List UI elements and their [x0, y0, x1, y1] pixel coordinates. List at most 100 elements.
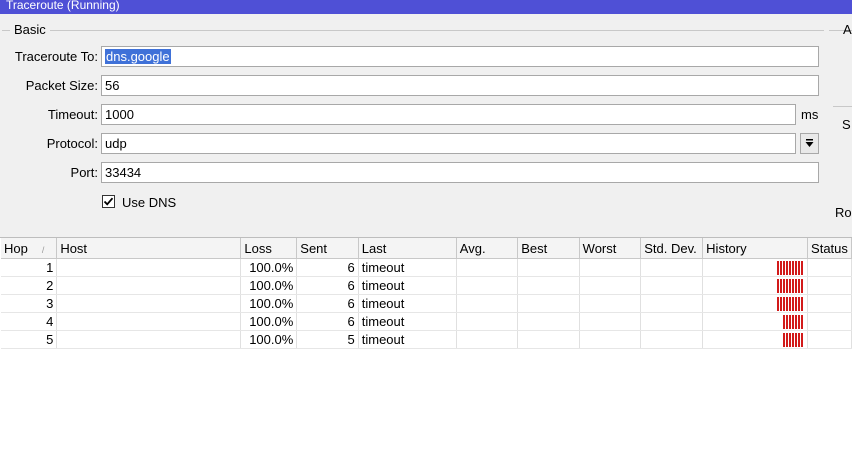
table-row[interactable]: 2 100.0% 6 timeout — [1, 276, 852, 295]
history-bar — [795, 332, 798, 347]
packet-size-input[interactable]: 56 — [101, 75, 819, 96]
protocol-label: Protocol: — [46, 136, 98, 151]
cell-worst — [579, 312, 642, 331]
history-bar — [801, 332, 804, 347]
column-header-loss[interactable]: Loss — [240, 238, 298, 259]
checkmark-icon — [103, 197, 114, 206]
cell-best — [517, 258, 580, 277]
history-bar — [798, 314, 801, 329]
history-bar — [789, 278, 792, 293]
table-row[interactable]: 5 100.0% 5 timeout — [1, 330, 852, 349]
history-bar — [783, 314, 786, 329]
cell-avg — [456, 312, 519, 331]
cell-history — [702, 312, 809, 331]
column-header-hop[interactable]: Hop / — [1, 238, 58, 259]
table-row[interactable]: 4 100.0% 6 timeout — [1, 312, 852, 331]
basic-group-title: Basic — [10, 22, 50, 37]
history-bar — [795, 278, 798, 293]
history-bar — [783, 260, 786, 275]
history-bar — [801, 296, 804, 311]
protocol-dropdown-button[interactable] — [800, 133, 819, 154]
history-bars — [706, 314, 804, 329]
timeout-input[interactable]: 1000 — [101, 104, 796, 125]
history-bar — [798, 278, 801, 293]
protocol-select[interactable]: udp — [101, 133, 796, 154]
column-header-history[interactable]: History — [702, 238, 809, 259]
history-bar — [789, 314, 792, 329]
column-header-std-dev[interactable]: Std. Dev. — [640, 238, 704, 259]
cell-last: timeout — [358, 312, 457, 331]
cell-worst — [579, 258, 642, 277]
right-group-title: A — [843, 22, 852, 37]
timeout-label: Timeout: — [47, 107, 98, 122]
history-bar — [789, 332, 792, 347]
table-row[interactable]: 1 100.0% 6 timeout — [1, 258, 852, 277]
cell-host — [56, 312, 242, 331]
history-bars — [706, 260, 804, 275]
port-input[interactable]: 33434 — [101, 162, 819, 183]
column-header-status[interactable]: Status — [807, 238, 852, 259]
column-header-sent[interactable]: Sent — [296, 238, 359, 259]
right-panel-label-ro: Ro — [835, 205, 852, 220]
cell-status — [807, 312, 852, 331]
cell-stddev — [640, 330, 704, 349]
window-title: Traceroute (Running) — [0, 0, 852, 14]
history-bar — [798, 332, 801, 347]
cell-history — [702, 294, 809, 313]
column-header-host[interactable]: Host — [56, 238, 242, 259]
dropdown-arrow-icon — [805, 139, 814, 147]
history-bar — [777, 260, 780, 275]
sort-indicator-icon: / — [41, 244, 45, 255]
history-bar — [795, 296, 798, 311]
cell-status — [807, 294, 852, 313]
cell-status — [807, 258, 852, 277]
cell-loss: 100.0% — [240, 276, 298, 295]
cell-avg — [456, 330, 519, 349]
cell-last: timeout — [358, 330, 457, 349]
cell-host — [56, 330, 242, 349]
cell-loss: 100.0% — [240, 312, 298, 331]
cell-sent: 6 — [296, 294, 359, 313]
history-bar — [801, 260, 804, 275]
cell-sent: 6 — [296, 258, 359, 277]
cell-sent: 5 — [296, 330, 359, 349]
cell-hop: 1 — [1, 258, 58, 277]
history-bar — [786, 278, 789, 293]
cell-worst — [579, 330, 642, 349]
history-bars — [706, 296, 804, 311]
column-header-avg[interactable]: Avg. — [456, 238, 519, 259]
column-header-best[interactable]: Best — [517, 238, 580, 259]
history-bar — [786, 332, 789, 347]
table-row[interactable]: 3 100.0% 6 timeout — [1, 294, 852, 313]
history-bar — [780, 278, 783, 293]
history-bars — [706, 278, 804, 293]
history-bar — [783, 332, 786, 347]
history-bar — [786, 296, 789, 311]
history-bar — [792, 332, 795, 347]
cell-host — [56, 258, 242, 277]
cell-best — [517, 294, 580, 313]
cell-loss: 100.0% — [240, 258, 298, 277]
history-bar — [795, 314, 798, 329]
cell-stddev — [640, 312, 704, 331]
traceroute-to-value: dns.google — [105, 49, 171, 64]
use-dns-checkbox[interactable] — [102, 195, 115, 208]
cell-best — [517, 330, 580, 349]
right-panel-divider — [833, 106, 852, 107]
history-bar — [786, 260, 789, 275]
cell-worst — [579, 294, 642, 313]
results-table-area: Hop / Host Loss Sent Last Avg. Best Worst… — [0, 237, 852, 475]
cell-last: timeout — [358, 294, 457, 313]
column-header-last[interactable]: Last — [358, 238, 457, 259]
timeout-unit: ms — [801, 107, 819, 122]
cell-stddev — [640, 258, 704, 277]
history-bar — [786, 314, 789, 329]
cell-hop: 5 — [1, 330, 58, 349]
history-bar — [777, 278, 780, 293]
history-bars — [706, 332, 804, 347]
traceroute-to-label: Traceroute To: — [14, 49, 98, 64]
traceroute-to-input[interactable]: dns.google — [101, 46, 819, 67]
history-bar — [801, 314, 804, 329]
history-bar — [792, 278, 795, 293]
column-header-worst[interactable]: Worst — [579, 238, 642, 259]
